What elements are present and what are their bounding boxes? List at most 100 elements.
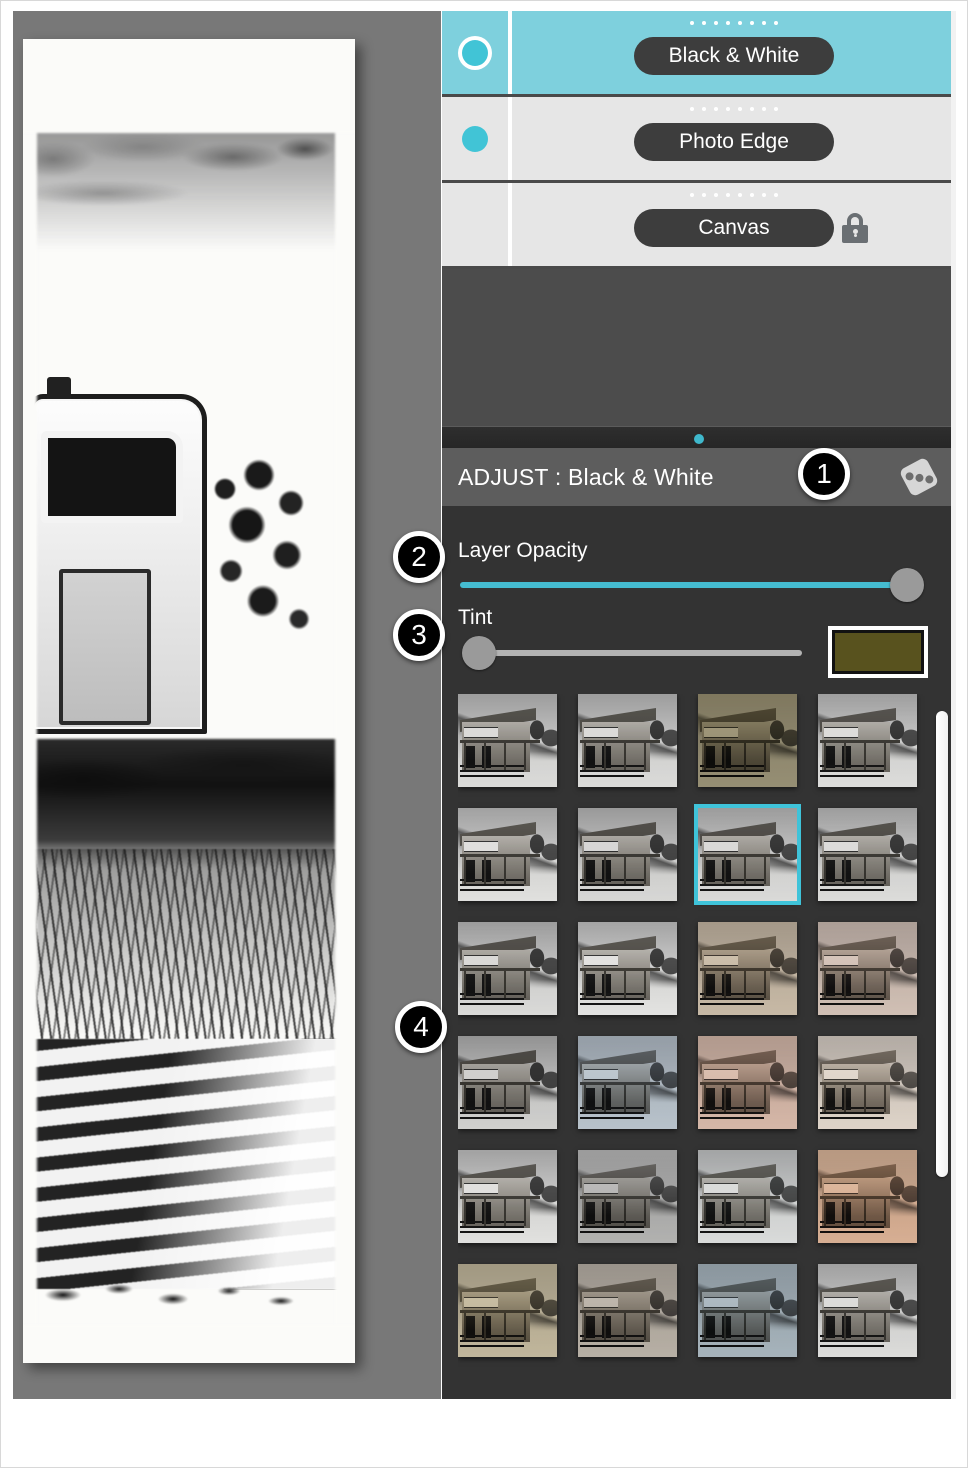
photo-trailer-door [59, 569, 151, 725]
preset-thumbnail[interactable] [458, 1150, 557, 1243]
preset-thumbnail-image [698, 922, 797, 1015]
black-and-white-photo [23, 39, 355, 1363]
preset-thumbnail[interactable] [818, 1036, 917, 1129]
preset-thumbnail[interactable] [458, 1264, 557, 1357]
layer-opacity-slider[interactable] [460, 582, 902, 588]
preset-thumbnail[interactable] [698, 1150, 797, 1243]
layer-row[interactable]: Black & White [442, 11, 956, 97]
preset-thumbnail[interactable] [818, 922, 917, 1015]
photo-sky-smudge [23, 131, 355, 251]
preset-thumbnail[interactable] [578, 1036, 677, 1129]
preset-thumbnail-image [698, 1036, 797, 1129]
layer-drag-handle[interactable] [690, 107, 778, 111]
layer-visibility-toggle[interactable] [442, 97, 512, 180]
divider-dot-icon [694, 434, 704, 444]
preset-thumbnail-image [458, 694, 557, 787]
preset-thumbnail-grid[interactable] [458, 694, 928, 1399]
photo-trailer-window [41, 431, 183, 523]
preset-highlight-overlay [818, 1264, 917, 1357]
preset-highlight-overlay [698, 1264, 797, 1357]
dice-icon[interactable] [898, 456, 940, 498]
preset-thumbnail[interactable] [458, 922, 557, 1015]
tint-color-swatch[interactable] [828, 626, 928, 678]
preset-thumbnail[interactable] [698, 1264, 797, 1357]
preset-thumbnail[interactable] [698, 1036, 797, 1129]
photo-paper[interactable] [23, 39, 355, 1363]
layer-name-pill[interactable]: Canvas [634, 209, 834, 247]
preset-thumbnail-image [818, 1036, 917, 1129]
preset-thumbnail[interactable] [818, 1150, 917, 1243]
preset-highlight-overlay [698, 1150, 797, 1243]
layer-opacity-label: Layer Opacity [458, 539, 588, 562]
photo-slats-fade [23, 1039, 355, 1289]
preset-thumbnail[interactable] [818, 808, 917, 901]
layer-body[interactable]: Photo Edge [512, 97, 956, 180]
photo-weeds [23, 849, 355, 1039]
layer-row[interactable]: Canvas [442, 183, 956, 269]
photo-torn-edge-left [23, 39, 37, 1363]
photo-trailer-vent [47, 377, 71, 399]
preset-thumbnail-image [578, 1264, 677, 1357]
preset-highlight-overlay [818, 808, 917, 901]
layer-name-pill[interactable]: Black & White [634, 37, 834, 75]
preset-highlight-overlay [698, 808, 797, 901]
preset-thumbnail[interactable] [578, 694, 677, 787]
preset-thumbnail[interactable] [698, 694, 797, 787]
lock-icon[interactable] [842, 213, 868, 243]
preset-thumbnail[interactable] [818, 1264, 917, 1357]
preset-thumbnail[interactable] [578, 922, 677, 1015]
preset-thumbnail[interactable] [458, 1036, 557, 1129]
preset-thumbnail[interactable] [458, 694, 557, 787]
layer-body[interactable]: Canvas [512, 183, 956, 266]
preset-thumbnail[interactable] [458, 808, 557, 901]
preset-thumbnail-image [818, 808, 917, 901]
preset-grid [458, 694, 928, 1357]
preset-thumbnail-image [458, 1264, 557, 1357]
preset-highlight-overlay [698, 1036, 797, 1129]
photo-tree [201, 459, 321, 759]
tint-label: Tint [458, 606, 493, 629]
preset-thumbnail-image [578, 922, 677, 1015]
layer-drag-handle[interactable] [690, 193, 778, 197]
visibility-dot-icon[interactable] [462, 125, 488, 152]
layer-row[interactable]: Photo Edge [442, 97, 956, 183]
preset-thumbnail-image [818, 694, 917, 787]
preset-thumbnail-image [578, 694, 677, 787]
preset-thumbnail-image [698, 694, 797, 787]
layer-visibility-toggle[interactable] [442, 183, 512, 266]
preset-thumbnail-image [578, 1150, 677, 1243]
preset-highlight-overlay [458, 1264, 557, 1357]
tint-slider[interactable] [472, 650, 802, 656]
layer-drag-handle[interactable] [690, 21, 778, 25]
tint-knob[interactable] [462, 636, 496, 670]
callout-badge-4: 4 [395, 1001, 447, 1053]
layer-opacity-knob[interactable] [890, 568, 924, 602]
app-window: Black & White Photo Edge Canvas ADJUST:… [0, 0, 968, 1468]
preset-thumbnail[interactable] [818, 694, 917, 787]
page-title: ADJUST : Black & White [458, 463, 714, 490]
preset-thumbnail-image [698, 808, 797, 901]
layers-list: Black & White Photo Edge Canvas [442, 11, 956, 269]
preset-thumbnail[interactable] [578, 808, 677, 901]
preset-highlight-overlay [578, 922, 677, 1015]
preset-thumbnail-image [458, 1036, 557, 1129]
preset-thumbnail[interactable] [578, 1150, 677, 1243]
preset-scrollbar-thumb[interactable] [936, 711, 948, 1177]
layer-visibility-toggle[interactable] [442, 11, 512, 94]
layer-name-pill[interactable]: Photo Edge [634, 123, 834, 161]
preset-thumbnail[interactable] [698, 922, 797, 1015]
preset-thumbnail-image [458, 808, 557, 901]
preset-thumbnail[interactable] [578, 1264, 677, 1357]
photo-torn-edge-top [23, 39, 355, 133]
preset-highlight-overlay [698, 922, 797, 1015]
preset-thumbnail-image [458, 922, 557, 1015]
document-canvas[interactable] [13, 11, 441, 1399]
preset-thumbnail-image [698, 1264, 797, 1357]
right-panel: Black & White Photo Edge Canvas ADJUST:… [442, 11, 956, 1399]
preset-thumbnail-image [818, 922, 917, 1015]
preset-thumbnail[interactable] [694, 804, 801, 905]
panel-resize-divider[interactable] [442, 426, 956, 449]
photo-torn-edge-right [335, 39, 355, 1363]
layer-body[interactable]: Black & White [512, 11, 956, 94]
visibility-dot-icon[interactable] [462, 39, 488, 66]
